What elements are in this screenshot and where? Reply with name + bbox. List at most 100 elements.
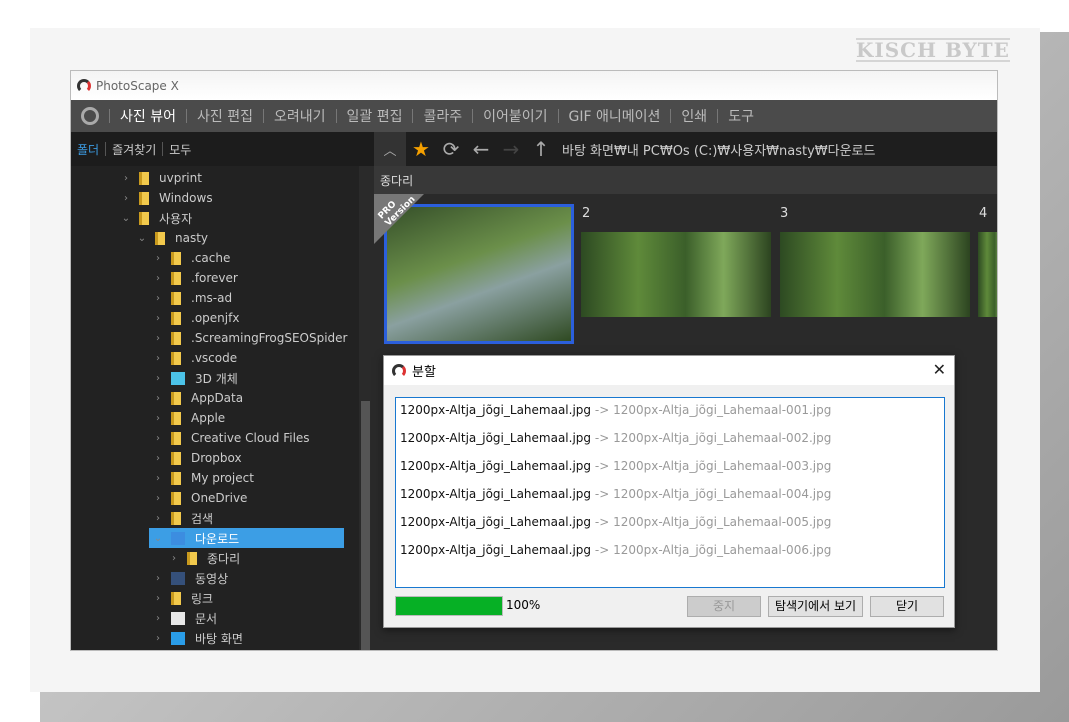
stop-button[interactable]: 중지 [687,596,761,617]
download-icon [171,531,185,545]
folder-icon [171,291,181,305]
tree-item[interactable]: › .forever [71,268,359,288]
expand-chevron-icon[interactable]: › [119,193,133,204]
tree-item[interactable]: › .cache [71,248,359,268]
menu-item[interactable]: 사진 편집 [197,106,253,126]
thumbnail-2[interactable] [581,232,771,317]
expand-chevron-icon[interactable]: ⌄ [151,533,165,544]
tree-scrollbar[interactable] [359,166,374,650]
list-item[interactable]: 1200px-Altja_jõgi_Lahemaal.jpg -> 1200px… [396,428,944,456]
scrollbar-thumb[interactable] [361,401,370,650]
menu-item[interactable]: 사진 뷰어 [120,106,176,126]
refresh-icon[interactable]: ⟳ [436,137,466,161]
back-arrow-icon[interactable]: ← [466,137,496,161]
tree-item[interactable]: › 종다리 [71,548,359,568]
expand-chevron-icon[interactable]: › [151,333,165,344]
tree-item[interactable]: › AppData [71,388,359,408]
tree-item[interactable]: › 링크 [71,588,359,608]
tree-item[interactable]: › .vscode [71,348,359,368]
expand-chevron-icon[interactable]: › [151,253,165,264]
sidebar-tab[interactable]: 모두 [169,141,191,158]
tree-item[interactable]: › OneDrive [71,488,359,508]
photoscape-home-icon[interactable] [81,107,99,125]
tree-item[interactable]: › 문서 [71,608,359,628]
videos-icon [171,571,185,585]
tree-item[interactable]: ⌄ 사용자 [71,208,359,228]
forward-arrow-icon[interactable]: → [496,137,526,161]
tree-item-label: .vscode [191,351,238,365]
tree-item[interactable]: › Windows [71,188,359,208]
tree-item[interactable]: ⌄ 다운로드 [149,528,344,548]
tree-item-label: OneDrive [191,491,248,505]
expand-chevron-icon[interactable]: › [119,173,133,184]
expand-chevron-icon[interactable]: › [151,633,165,644]
tree-item-label: .forever [191,271,238,285]
expand-chevron-icon[interactable]: › [151,513,165,524]
tree-item[interactable]: › 3D 개체 [71,368,359,388]
menu-item[interactable]: GIF 애니메이션 [569,106,661,126]
sidebar-tab[interactable]: 즐겨찾기 [112,141,156,158]
expand-chevron-icon[interactable]: › [167,553,181,564]
list-item[interactable]: 1200px-Altja_jõgi_Lahemaal.jpg -> 1200px… [396,400,944,428]
expand-chevron-icon[interactable]: › [151,493,165,504]
star-icon[interactable]: ★ [406,137,436,161]
expand-chevron-icon[interactable]: › [151,353,165,364]
expand-chevron-icon[interactable]: › [151,293,165,304]
tree-item[interactable]: › 바탕 화면 [71,628,359,648]
menu-separator [670,109,672,123]
tree-item-label: 동영상 [195,571,229,586]
show-in-explorer-button[interactable]: 탐색기에서 보기 [768,596,863,617]
tree-item[interactable]: › Dropbox [71,448,359,468]
item-arrow: -> [594,431,610,445]
thumbnail-4[interactable] [978,232,997,317]
item-src: 1200px-Altja_jõgi_Lahemaal.jpg [400,515,592,529]
expand-chevron-icon[interactable]: ⌄ [135,233,149,244]
path-breadcrumb[interactable]: 바탕 화면₩내 PC₩Os (C:)₩사용자₩nasty₩다운로드 [562,140,875,159]
list-item[interactable]: 1200px-Altja_jõgi_Lahemaal.jpg -> 1200px… [396,456,944,484]
expand-chevron-icon[interactable]: › [151,393,165,404]
expand-chevron-icon[interactable]: › [151,273,165,284]
menu-item[interactable]: 일괄 편집 [347,106,403,126]
menu-item[interactable]: 이어붙이기 [483,106,547,126]
expand-chevron-icon[interactable]: › [151,313,165,324]
expand-chevron-icon[interactable]: › [151,613,165,624]
pro-version-badge: PRO Version [374,194,424,244]
menu-separator [557,109,559,123]
tree-item[interactable]: › My project [71,468,359,488]
list-item[interactable]: 1200px-Altja_jõgi_Lahemaal.jpg -> 1200px… [396,484,944,512]
close-button[interactable]: 닫기 [870,596,944,617]
split-result-list[interactable]: 1200px-Altja_jõgi_Lahemaal.jpg -> 1200px… [395,397,945,588]
expand-chevron-icon[interactable]: › [151,573,165,584]
menu-item[interactable]: 콜라주 [423,106,462,126]
tree-item-label: nasty [175,231,209,245]
tree-item-label: Creative Cloud Files [191,431,310,445]
tree-item[interactable]: › .openjfx [71,308,359,328]
expand-chevron-icon[interactable]: › [151,593,165,604]
tree-item[interactable]: › .ScreamingFrogSEOSpider [71,328,359,348]
expand-chevron-icon[interactable]: › [151,453,165,464]
expand-chevron-icon[interactable]: › [151,473,165,484]
tree-item[interactable]: › 검색 [71,508,359,528]
expand-chevron-icon[interactable]: › [151,373,165,384]
collapse-chevron-up-icon[interactable]: ︿ [374,132,406,166]
tree-item[interactable]: › uvprint [71,168,359,188]
menu-item[interactable]: 오려내기 [274,106,326,126]
thumbnail-3[interactable] [780,232,970,317]
close-icon[interactable]: ✕ [933,360,946,379]
tree-item[interactable]: › .ms-ad [71,288,359,308]
tree-item[interactable]: › Apple [71,408,359,428]
tree-item[interactable]: › 동영상 [71,568,359,588]
sidebar-tab[interactable]: 폴더 [77,141,99,158]
expand-chevron-icon[interactable]: › [151,433,165,444]
menu-item[interactable]: 인쇄 [681,106,707,126]
folder-tree: › uvprint › Windows ⌄ 사용자 ⌄ nasty › .cache › .forev… [71,166,359,650]
menu-item[interactable]: 도구 [728,106,754,126]
expand-chevron-icon[interactable]: › [151,413,165,424]
tree-item[interactable]: ⌄ nasty [71,228,359,248]
item-dst: 1200px-Altja_jõgi_Lahemaal-006.jpg [613,543,832,557]
list-item[interactable]: 1200px-Altja_jõgi_Lahemaal.jpg -> 1200px… [396,540,944,568]
expand-chevron-icon[interactable]: ⌄ [119,213,133,224]
up-arrow-icon[interactable]: ↑ [526,137,556,161]
list-item[interactable]: 1200px-Altja_jõgi_Lahemaal.jpg -> 1200px… [396,512,944,540]
tree-item[interactable]: › Creative Cloud Files [71,428,359,448]
